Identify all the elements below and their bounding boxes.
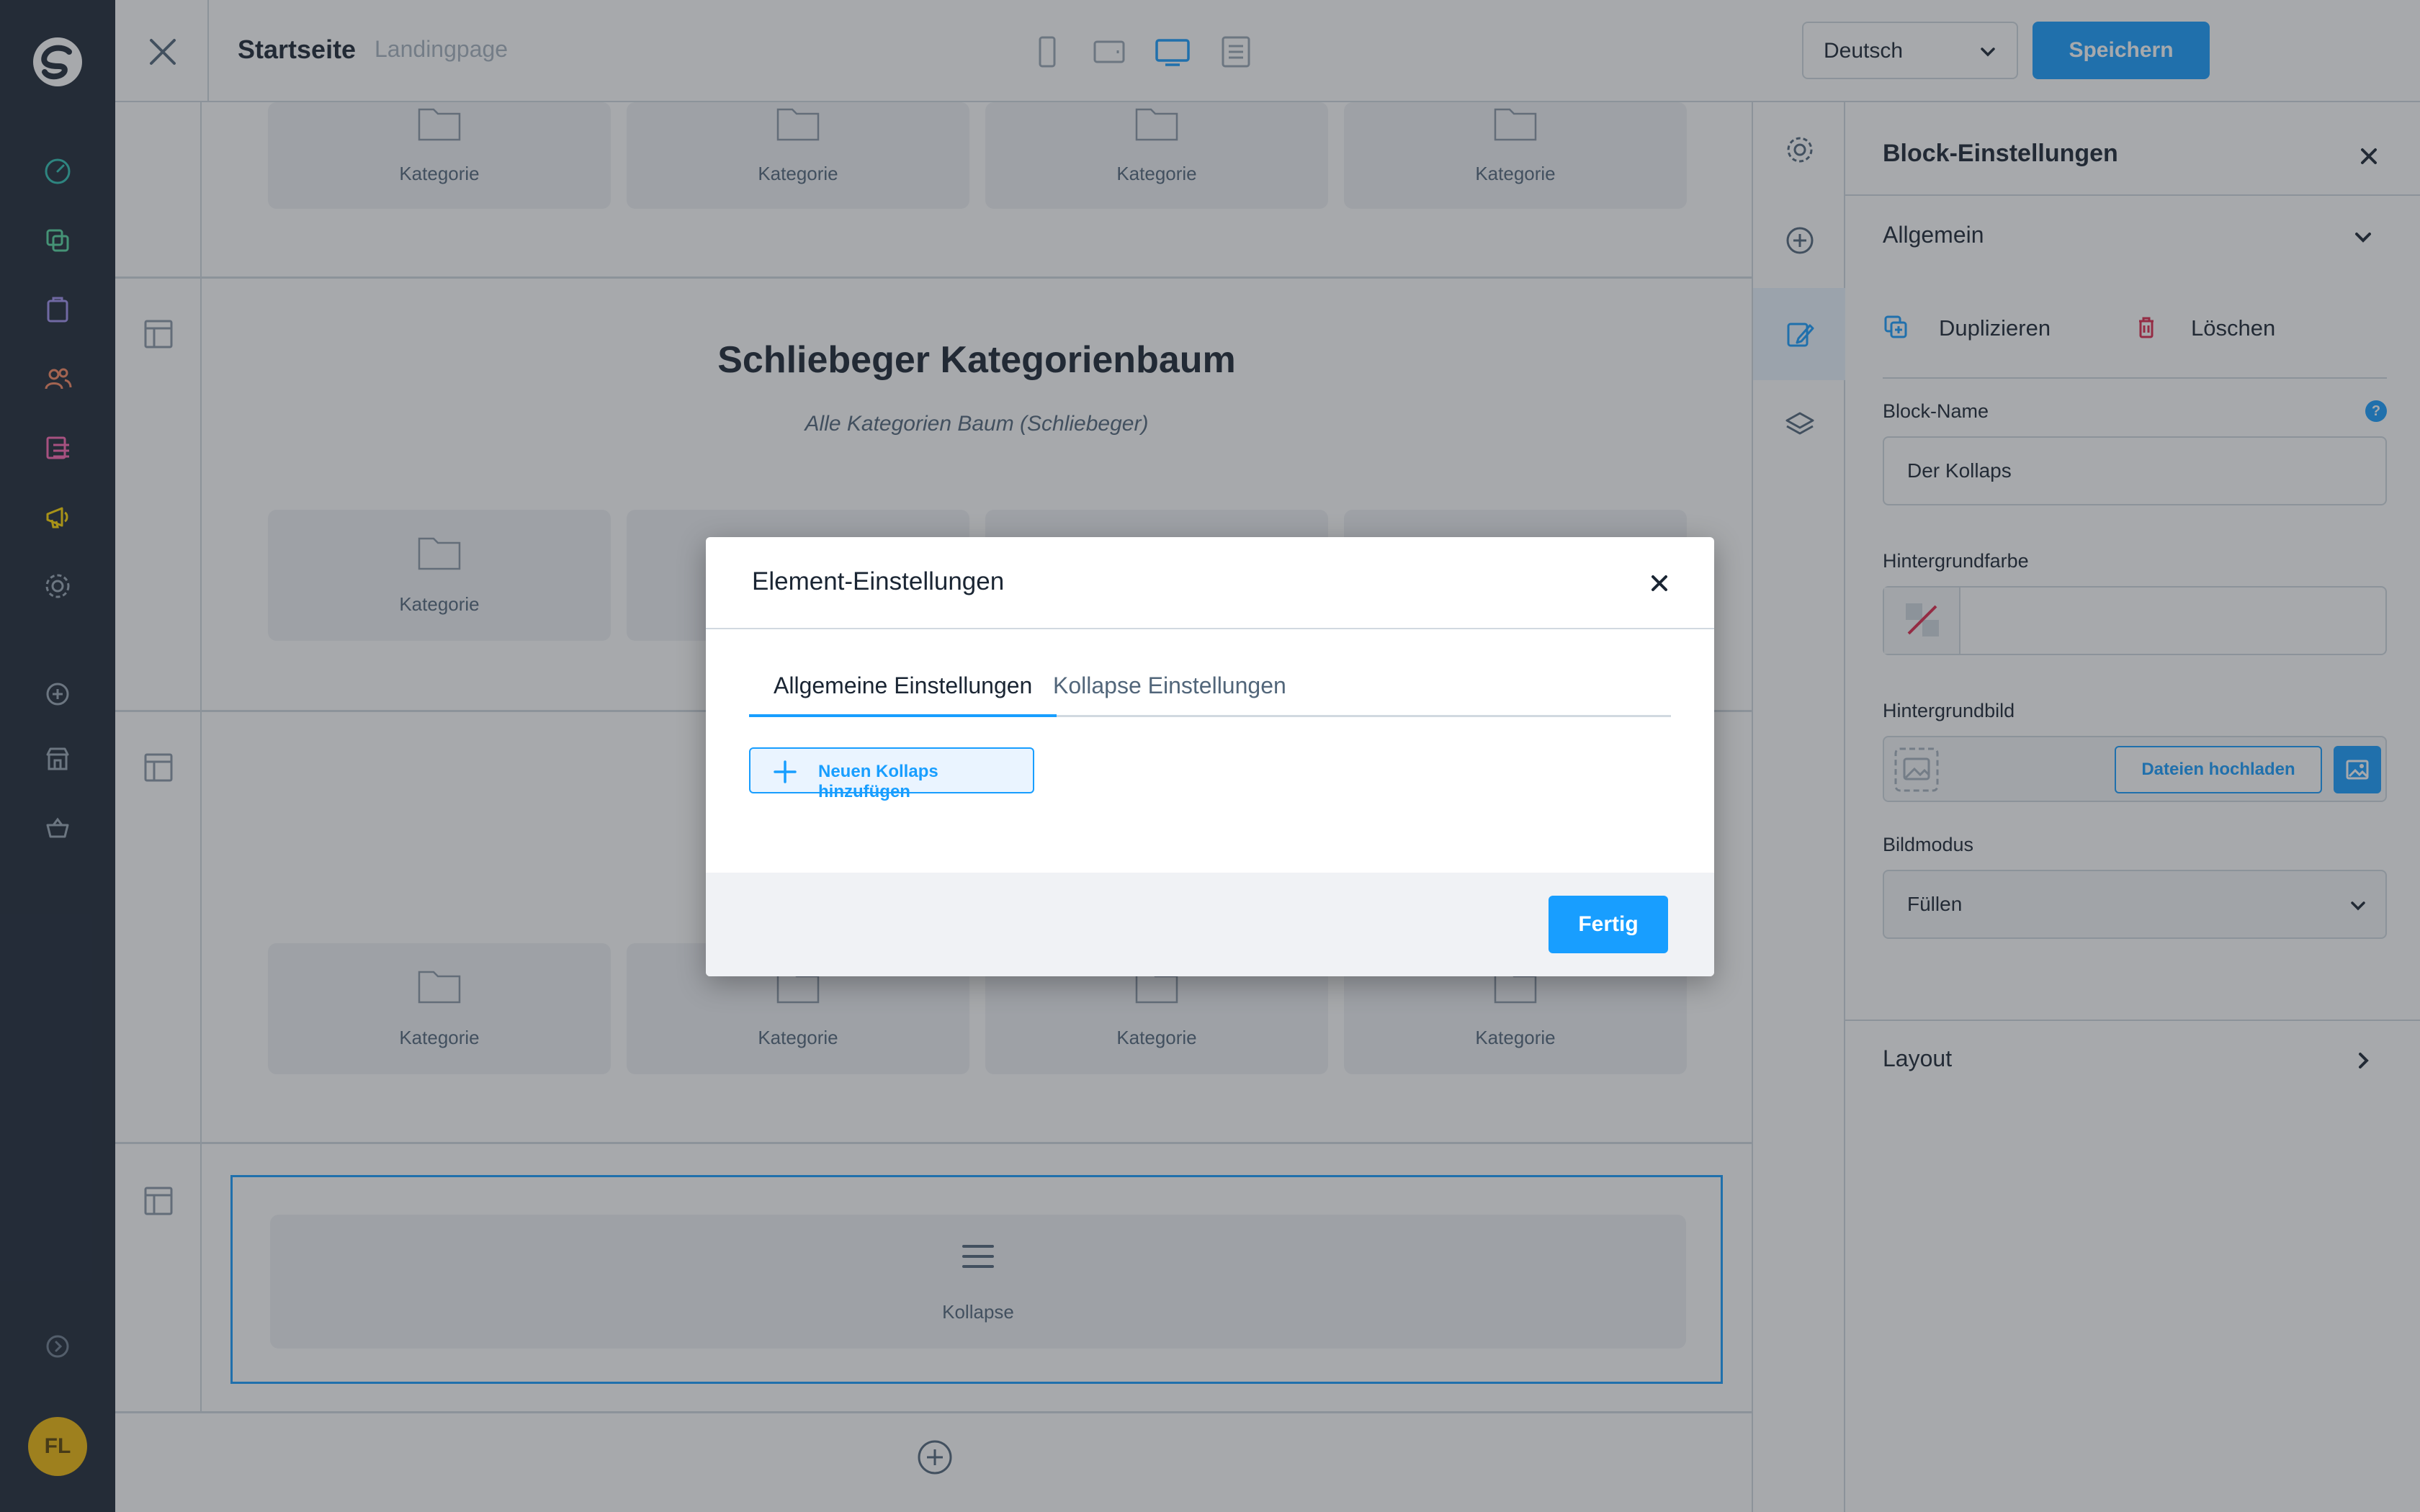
- tab-general-settings[interactable]: Allgemeine Einstellungen: [749, 672, 1057, 717]
- element-settings-modal: Element-Einstellungen Allgemeine Einstel…: [706, 537, 1714, 976]
- modal-title: Element-Einstellungen: [752, 567, 1005, 595]
- plus-icon: [774, 760, 797, 783]
- divider: [706, 628, 1714, 629]
- modal-footer: Fertig: [706, 873, 1714, 976]
- tab-collapse-settings[interactable]: Kollapse Einstellungen: [1053, 672, 1286, 717]
- close-icon[interactable]: [1649, 573, 1670, 593]
- add-collapse-button[interactable]: Neuen Kollaps hinzufügen: [749, 747, 1034, 801]
- modal-tabs: Allgemeine Einstellungen Kollapse Einste…: [749, 672, 1671, 717]
- add-collapse-label: Neuen Kollaps hinzufügen: [818, 762, 938, 801]
- done-button[interactable]: Fertig: [1549, 896, 1668, 953]
